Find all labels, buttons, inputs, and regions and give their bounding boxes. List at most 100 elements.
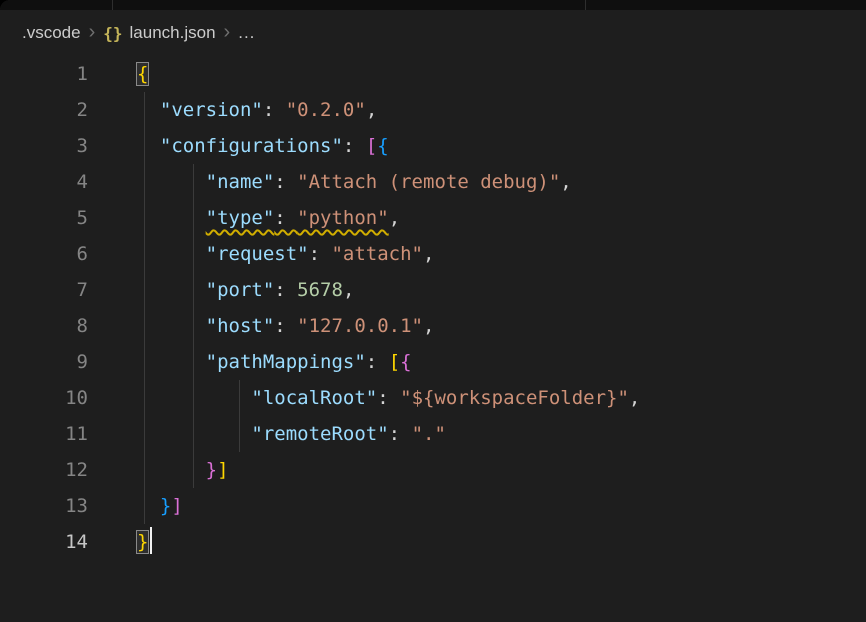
code-token: { <box>400 351 411 373</box>
code-line-content: "name": "Attach (remote debug)", <box>88 164 572 200</box>
line-number[interactable]: 2 <box>0 92 88 128</box>
code-line[interactable]: 3 "configurations": [{ <box>0 128 866 164</box>
code-token: : <box>274 279 297 301</box>
code-token: "attach" <box>331 243 423 265</box>
code-token <box>137 99 160 121</box>
code-token: : <box>389 423 412 445</box>
code-line-content: }] <box>88 488 183 524</box>
code-line-content: "localRoot": "${workspaceFolder}", <box>88 380 640 416</box>
code-token: "port" <box>206 279 275 301</box>
code-line[interactable]: 14} <box>0 524 866 560</box>
code-token: } <box>160 495 171 517</box>
line-number[interactable]: 12 <box>0 452 88 488</box>
breadcrumb-symbol-more[interactable]: ... <box>238 23 255 43</box>
chevron-right-icon: › <box>81 22 104 42</box>
code-token <box>137 243 206 265</box>
code-line[interactable]: 8 "host": "127.0.0.1", <box>0 308 866 344</box>
line-number[interactable]: 8 <box>0 308 88 344</box>
code-token: { <box>377 135 388 157</box>
code-token-warning: "type" <box>206 207 275 229</box>
code-token-warning: : <box>274 207 297 229</box>
code-token: "remoteRoot" <box>251 423 388 445</box>
code-line[interactable]: 6 "request": "attach", <box>0 236 866 272</box>
code-line-content: "request": "attach", <box>88 236 434 272</box>
code-token: : <box>263 99 286 121</box>
code-line[interactable]: 2 "version": "0.2.0", <box>0 92 866 128</box>
line-number[interactable]: 7 <box>0 272 88 308</box>
breadcrumb-folder[interactable]: .vscode <box>22 23 81 43</box>
code-token: : <box>377 387 400 409</box>
code-line[interactable]: 12 }] <box>0 452 866 488</box>
code-token: } <box>206 459 217 481</box>
code-token: , <box>629 387 640 409</box>
code-token: "Attach (remote debug)" <box>297 171 560 193</box>
code-line-content: "version": "0.2.0", <box>88 92 377 128</box>
tab-bar-edge <box>0 0 866 10</box>
code-token: , <box>560 171 571 193</box>
tab-separator <box>585 0 586 10</box>
code-token-warning: "python" <box>297 207 389 229</box>
text-cursor <box>150 527 152 554</box>
code-line-content: { <box>88 56 148 92</box>
code-token: ] <box>217 459 228 481</box>
code-token <box>137 279 206 301</box>
code-token: 5678 <box>297 279 343 301</box>
code-line[interactable]: 13 }] <box>0 488 866 524</box>
vscode-editor: .vscode › {} launch.json › ... 1{2 "vers… <box>0 0 866 622</box>
code-token: "127.0.0.1" <box>297 315 423 337</box>
code-line[interactable]: 4 "name": "Attach (remote debug)", <box>0 164 866 200</box>
code-token <box>137 171 206 193</box>
code-token: : <box>366 351 389 373</box>
code-line[interactable]: 11 "remoteRoot": "." <box>0 416 866 452</box>
code-line[interactable]: 9 "pathMappings": [{ <box>0 344 866 380</box>
line-number[interactable]: 4 <box>0 164 88 200</box>
code-line[interactable]: 1{ <box>0 56 866 92</box>
code-line[interactable]: 7 "port": 5678, <box>0 272 866 308</box>
code-token <box>137 315 206 337</box>
breadcrumb-file[interactable]: launch.json <box>130 23 216 43</box>
code-area[interactable]: 1{2 "version": "0.2.0",3 "configurations… <box>0 56 866 560</box>
json-file-icon: {} <box>103 24 122 43</box>
code-token: "request" <box>206 243 309 265</box>
code-token: : <box>343 135 366 157</box>
code-line-content: "type": "python", <box>88 200 400 236</box>
code-token: : <box>309 243 332 265</box>
code-token: : <box>274 171 297 193</box>
code-token: "configurations" <box>160 135 343 157</box>
line-number[interactable]: 10 <box>0 380 88 416</box>
code-token <box>137 459 206 481</box>
code-line-content: } <box>88 524 152 560</box>
code-token: "." <box>412 423 446 445</box>
code-line-content: "pathMappings": [{ <box>88 344 412 380</box>
code-token: , <box>343 279 354 301</box>
code-token <box>137 351 206 373</box>
code-token: "0.2.0" <box>286 99 366 121</box>
line-number[interactable]: 6 <box>0 236 88 272</box>
chevron-right-icon: › <box>216 22 239 42</box>
line-number[interactable]: 14 <box>0 524 88 560</box>
line-number[interactable]: 11 <box>0 416 88 452</box>
code-line[interactable]: 10 "localRoot": "${workspaceFolder}", <box>0 380 866 416</box>
code-line-content: "remoteRoot": "." <box>88 416 446 452</box>
code-line-content: "host": "127.0.0.1", <box>88 308 434 344</box>
line-number[interactable]: 9 <box>0 344 88 380</box>
code-token <box>137 423 251 445</box>
code-token <box>137 135 160 157</box>
line-number[interactable]: 5 <box>0 200 88 236</box>
code-line-content: "configurations": [{ <box>88 128 389 164</box>
code-line[interactable]: 5 "type": "python", <box>0 200 866 236</box>
code-line-content: "port": 5678, <box>88 272 354 308</box>
line-number[interactable]: 1 <box>0 56 88 92</box>
code-token: , <box>389 207 400 229</box>
code-token: "host" <box>206 315 275 337</box>
code-token: { <box>137 63 148 85</box>
code-token: [ <box>366 135 377 157</box>
line-number[interactable]: 13 <box>0 488 88 524</box>
code-lines: 1{2 "version": "0.2.0",3 "configurations… <box>0 56 866 560</box>
tab-separator <box>112 0 113 10</box>
code-token: ] <box>171 495 182 517</box>
code-token: "${workspaceFolder}" <box>400 387 629 409</box>
code-token: "pathMappings" <box>206 351 366 373</box>
code-token <box>137 495 160 517</box>
line-number[interactable]: 3 <box>0 128 88 164</box>
